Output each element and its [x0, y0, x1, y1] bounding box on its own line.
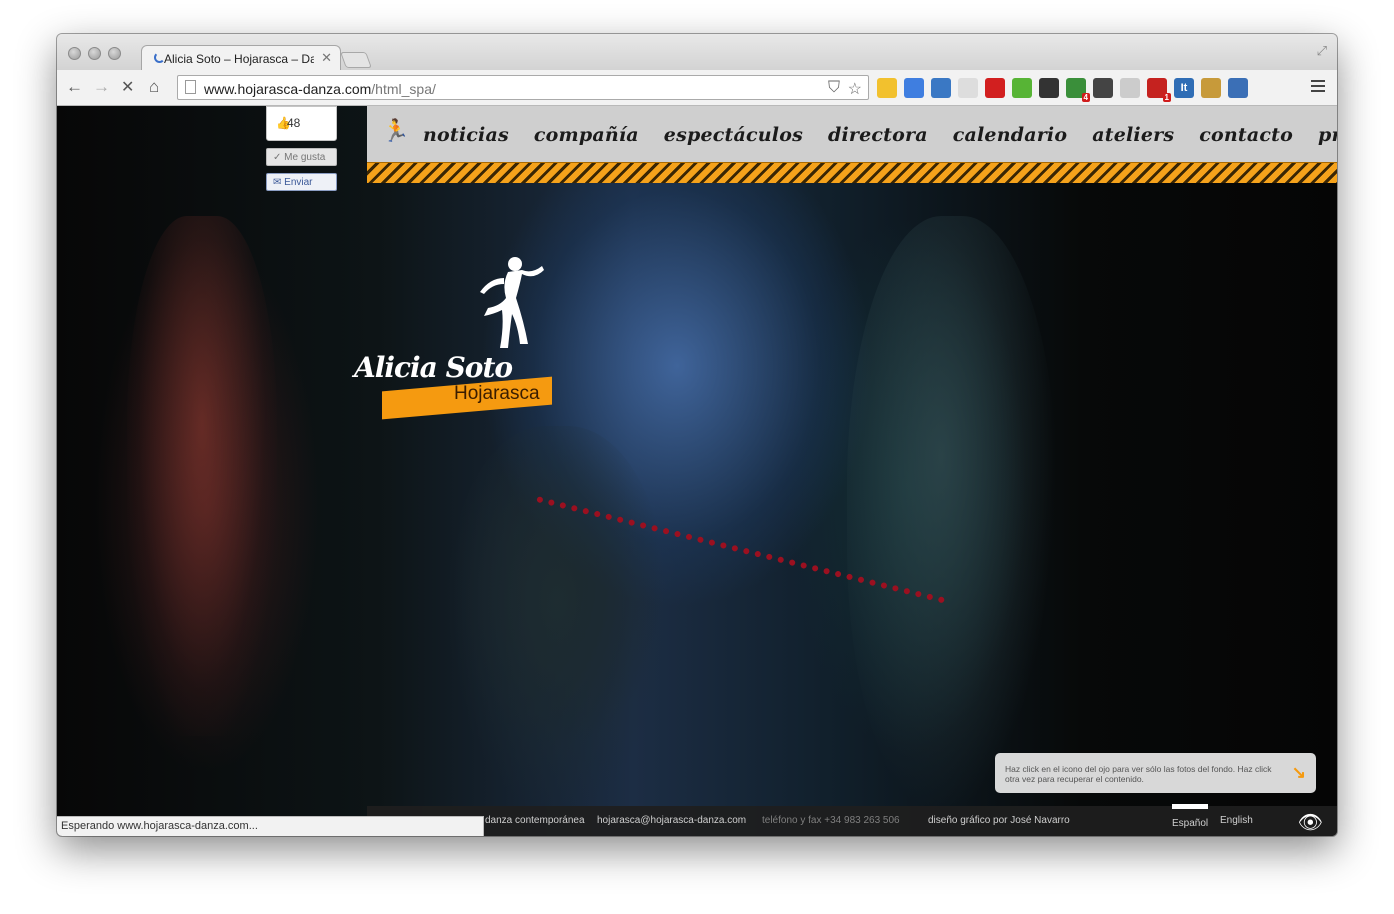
browser-toolbar: ← → ✕ ⌂ www.hojarasca-danza.com/html_spa…	[57, 70, 1337, 106]
back-arrow-icon[interactable]: ←	[66, 77, 83, 97]
facebook-like-count: 👍 48	[266, 106, 337, 141]
instapaper-icon-label: It	[1180, 82, 1188, 94]
nav-item-0[interactable]: noticias	[423, 124, 509, 146]
main-navigation: 🏃 noticias compañía espectáculos directora c…	[367, 106, 1337, 162]
gmail-icon-badge: 1	[1162, 93, 1171, 102]
url-path: /html_spa/	[371, 81, 436, 97]
footer-phone: teléfono y fax +34 983 263 506	[762, 815, 900, 826]
decorative-stripe	[367, 162, 1337, 183]
translate-icon[interactable]	[904, 78, 924, 98]
evernote-icon[interactable]	[1093, 78, 1113, 98]
url-text[interactable]: www.hojarasca-danza.com/html_spa/	[204, 81, 436, 97]
logo-company: Hojarasca	[454, 383, 540, 404]
status-bar: Esperando www.hojarasca-danza.com...	[57, 816, 484, 836]
nav-item-3[interactable]: directora	[828, 124, 928, 146]
web-page: 👍 48 ✓ Me gusta ✉ Enviar 🏃 noticias compa…	[57, 106, 1337, 836]
site-footer: danza contemporánea hojarasca@hojarasca-…	[367, 804, 1337, 836]
url-host: www.hojarasca-danza.com	[204, 81, 372, 97]
footer-credit-link[interactable]: diseño gráfico por José Navarro	[928, 815, 1070, 826]
eye-hint-box: Haz click en el icono del ojo para ver s…	[995, 753, 1316, 793]
language-spanish[interactable]: Español	[1172, 804, 1209, 829]
nav-items: noticias compañía espectáculos directora cal…	[423, 124, 1337, 146]
dancer-figure-icon	[480, 257, 544, 348]
nav-item-2[interactable]: espectáculos	[664, 124, 803, 146]
minimize-window-button[interactable]	[88, 47, 101, 60]
language-english[interactable]: English	[1220, 815, 1253, 826]
logo-name: Alicia Soto	[354, 351, 513, 384]
package-icon[interactable]	[1201, 78, 1221, 98]
site-logo[interactable]: Alicia Soto Hojarasca	[354, 256, 564, 420]
send-label: Enviar	[284, 177, 313, 188]
fullscreen-icon[interactable]: ⤢	[1317, 43, 1327, 59]
address-bar[interactable]: www.hojarasca-danza.com/html_spa/ ⛉ ☆	[177, 75, 869, 100]
keep-icon[interactable]	[877, 78, 897, 98]
new-tab-button[interactable]	[340, 52, 372, 68]
screen-capture-icon[interactable]	[931, 78, 951, 98]
close-window-button[interactable]	[68, 47, 81, 60]
eye-hint-text: Haz click en el icono del ojo para ver s…	[1005, 764, 1272, 784]
footer-tagline: danza contemporánea	[485, 815, 585, 826]
tab-strip: Alicia Soto – Hojarasca – Dan ✕ ⤢	[57, 34, 1337, 70]
shield-icon[interactable]: ⛉	[828, 79, 840, 97]
send-to-phone-icon[interactable]	[1039, 78, 1059, 98]
window-resize-icon[interactable]	[1228, 78, 1248, 98]
nav-item-4[interactable]: calendario	[953, 124, 1068, 146]
tab-title: Alicia Soto – Hojarasca – Dan	[164, 52, 314, 66]
background-percussionist	[447, 426, 667, 816]
zoom-window-button[interactable]	[108, 47, 121, 60]
menu-icon[interactable]	[1311, 80, 1325, 95]
notifications-icon[interactable]: 4	[1066, 78, 1090, 102]
nav-item-1[interactable]: compañía	[534, 124, 639, 146]
facebook-send-button[interactable]: ✉ Enviar	[266, 173, 337, 191]
nav-item-5[interactable]: ateliers	[1092, 124, 1174, 146]
instapaper-icon[interactable]: It	[1174, 78, 1194, 98]
like-count: 48	[287, 116, 301, 130]
footer-email-link[interactable]: hojarasca@hojarasca-danza.com	[597, 815, 746, 826]
facebook-like-button[interactable]: ✓ Me gusta	[266, 148, 337, 166]
spotify-icon[interactable]	[1012, 78, 1032, 98]
tab-close-icon[interactable]: ✕	[321, 50, 332, 66]
mail-icon[interactable]	[1120, 78, 1140, 98]
arrow-down-right-icon: ↘	[1291, 763, 1306, 782]
like-label: Me gusta	[284, 152, 326, 163]
background-dancer	[127, 216, 277, 736]
home-icon[interactable]: ⌂	[149, 77, 159, 97]
stop-icon[interactable]	[985, 78, 1005, 98]
notifications-icon-badge: 4	[1081, 93, 1090, 102]
bookmark-star-icon[interactable]: ☆	[848, 79, 862, 99]
forward-arrow-icon[interactable]: →	[93, 77, 110, 97]
eye-icon[interactable]: 👁	[1298, 810, 1323, 835]
page-icon	[185, 80, 196, 94]
stop-loading-icon[interactable]: ✕	[121, 77, 134, 97]
browser-window: Alicia Soto – Hojarasca – Dan ✕ ⤢ ← → ✕ …	[57, 34, 1337, 836]
gmail-checker-icon[interactable]	[958, 78, 978, 98]
gmail-icon[interactable]: 1	[1147, 78, 1171, 102]
dancer-logo-icon[interactable]: 🏃	[382, 118, 409, 144]
browser-tab[interactable]: Alicia Soto – Hojarasca – Dan ✕	[141, 45, 341, 70]
background-saxophonist	[847, 216, 1057, 816]
nav-item-6[interactable]: contacto	[1199, 124, 1293, 146]
nav-item-7[interactable]: prensa	[1318, 124, 1337, 146]
